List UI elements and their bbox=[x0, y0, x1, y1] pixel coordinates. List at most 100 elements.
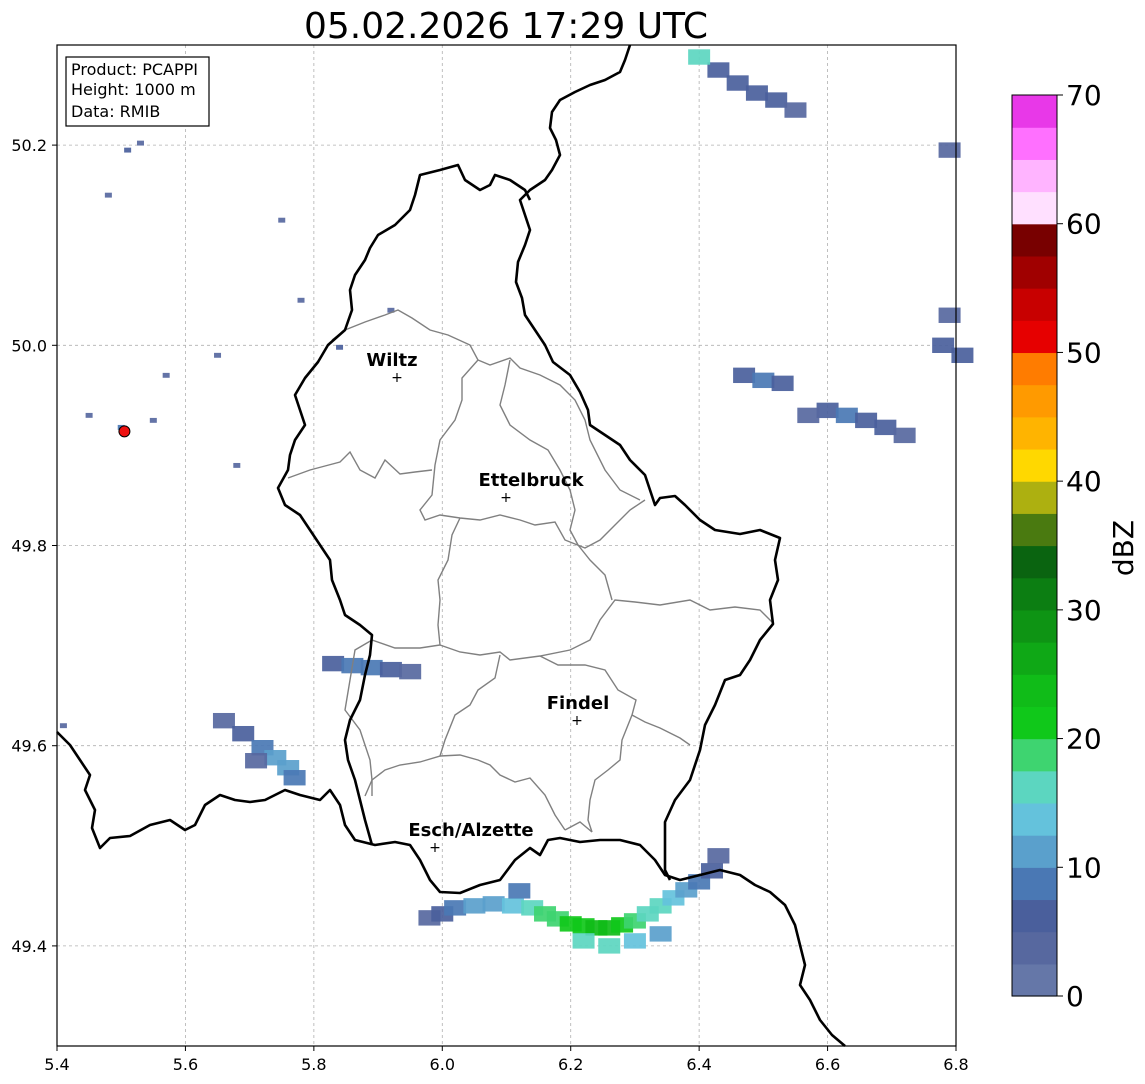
colorbar-block bbox=[1012, 95, 1057, 128]
x-tick-label: 6.4 bbox=[686, 1055, 711, 1074]
radar-echo-east-cluster bbox=[797, 407, 820, 424]
colorbar-tick-label: 70 bbox=[1066, 79, 1102, 112]
colorbar-block bbox=[1012, 320, 1057, 354]
colorbar-tick-label: 10 bbox=[1066, 851, 1102, 884]
info-height: Height: 1000 m bbox=[71, 80, 196, 99]
colorbar-block bbox=[1012, 867, 1057, 901]
info-data: Data: RMIB bbox=[71, 102, 160, 121]
radar-echo-east-cluster bbox=[893, 427, 916, 444]
radar-map-figure: 05.02.2026 17:29 UTC Wiltz + Ettelbruck … bbox=[11, 6, 1140, 1074]
colorbar-tick-label: 40 bbox=[1066, 465, 1102, 498]
x-tick-label: 6.2 bbox=[558, 1055, 583, 1074]
city-name: Ettelbruck bbox=[478, 470, 584, 491]
colorbar-block bbox=[1012, 191, 1057, 225]
radar-echo-south-west-patch bbox=[245, 753, 268, 769]
radar-echo-east-cluster bbox=[733, 367, 756, 384]
radar-echo-west-speckles bbox=[136, 140, 144, 146]
x-tick-label: 5.4 bbox=[44, 1055, 69, 1074]
colorbar-tick-label: 30 bbox=[1066, 594, 1102, 627]
radar-echo-east-cluster bbox=[951, 347, 974, 364]
map-title: 05.02.2026 17:29 UTC bbox=[304, 6, 708, 47]
colorbar-block bbox=[1012, 770, 1057, 804]
radar-site-marker bbox=[118, 425, 131, 438]
radar-echo-east-cluster bbox=[855, 412, 878, 429]
radar-echo-south-west-patch bbox=[283, 770, 306, 786]
product-info-box: Product: PCAPPI Height: 1000 m Data: RMI… bbox=[65, 56, 210, 127]
radar-echo-south-border-band bbox=[572, 933, 595, 949]
city-marker: + bbox=[571, 713, 583, 729]
radar-echo-north-cluster bbox=[938, 142, 961, 158]
colorbar-block bbox=[1012, 642, 1057, 675]
radar-echo-north-cluster bbox=[745, 85, 768, 101]
radar-echo-south-west-patch bbox=[212, 712, 235, 729]
info-product: Product: PCAPPI bbox=[71, 60, 198, 79]
radar-echo-west-speckles bbox=[297, 297, 305, 303]
radar-echo-north-cluster bbox=[707, 62, 730, 78]
colorbar-block bbox=[1012, 835, 1057, 868]
radar-echo-north-cluster bbox=[726, 75, 749, 91]
colorbar-block bbox=[1012, 352, 1057, 386]
colorbar-block bbox=[1012, 159, 1057, 193]
x-axis: 5.4 5.6 5.8 6.0 6.2 6.4 6.6 6.8 bbox=[44, 1046, 969, 1074]
colorbar-block bbox=[1012, 384, 1057, 418]
radar-echo-south-border-band bbox=[598, 938, 621, 954]
radar-echo-west-speckles bbox=[233, 462, 241, 468]
radar-echo-south-west-patch bbox=[232, 725, 255, 742]
radar-echo-east-cluster bbox=[835, 407, 858, 424]
radar-echo-north-cluster bbox=[784, 102, 807, 118]
colorbar-block bbox=[1012, 899, 1057, 933]
radar-echo-west-speckles bbox=[59, 723, 67, 729]
radar-echo-east-cluster bbox=[816, 402, 839, 419]
map-panel: Wiltz + Ettelbruck + Findel + Esch/Alzet… bbox=[56, 44, 974, 1047]
colorbar-tick-label: 20 bbox=[1066, 723, 1102, 756]
colorbar: 0 10 20 30 40 50 60 70 dBZ bbox=[1011, 79, 1140, 1013]
colorbar-block bbox=[1012, 255, 1057, 289]
city-name: Esch/Alzette bbox=[408, 820, 533, 841]
radar-echo-west-speckles bbox=[162, 372, 170, 378]
colorbar-block bbox=[1012, 609, 1057, 643]
radar-echo-south-border-band bbox=[707, 848, 730, 864]
radar-echo-west-speckles bbox=[278, 217, 286, 223]
radar-echo-west-speckles bbox=[85, 412, 93, 418]
radar-echo-north-cluster bbox=[765, 92, 788, 108]
colorbar-block bbox=[1012, 963, 1057, 997]
y-tick-label: 49.4 bbox=[11, 937, 47, 956]
colorbar-block bbox=[1012, 513, 1057, 547]
colorbar-label: dBZ bbox=[1107, 520, 1140, 576]
city-name: Wiltz bbox=[366, 350, 417, 371]
city-name: Findel bbox=[547, 693, 610, 714]
colorbar-blocks bbox=[1012, 95, 1057, 997]
radar-echo-west-speckles bbox=[104, 192, 112, 198]
y-tick-label: 49.8 bbox=[11, 537, 47, 556]
colorbar-block bbox=[1012, 931, 1057, 965]
x-tick-label: 5.6 bbox=[173, 1055, 198, 1074]
radar-echo-south-border-band bbox=[623, 933, 646, 949]
colorbar-block bbox=[1012, 416, 1057, 450]
y-axis: 49.4 49.6 49.8 50.0 50.2 bbox=[11, 136, 57, 956]
radar-echo-south-border-band bbox=[482, 896, 505, 912]
x-tick-label: 5.8 bbox=[301, 1055, 326, 1074]
city-marker: + bbox=[391, 370, 403, 386]
colorbar-block bbox=[1012, 448, 1057, 482]
radar-echo-south-border-band bbox=[649, 926, 672, 942]
radar-echo-east-cluster bbox=[752, 372, 775, 389]
radar-echo-east-cluster bbox=[932, 337, 955, 353]
colorbar-tick-label: 0 bbox=[1066, 980, 1084, 1013]
colorbar-block bbox=[1012, 223, 1057, 257]
x-tick-label: 6.6 bbox=[815, 1055, 840, 1074]
radar-echo-west-central-band bbox=[379, 661, 402, 678]
radar-echo-south-border-band bbox=[508, 883, 531, 899]
radar-echo-west-central-band bbox=[360, 659, 383, 676]
radar-echo-south-border-band bbox=[444, 900, 467, 916]
radar-echo-west-central-band bbox=[322, 655, 345, 672]
colorbar-block bbox=[1012, 127, 1057, 160]
colorbar-block bbox=[1012, 706, 1057, 740]
colorbar-tick-label: 60 bbox=[1066, 208, 1102, 241]
colorbar-block bbox=[1012, 674, 1057, 707]
radar-echo-east-cluster bbox=[938, 307, 961, 323]
colorbar-block bbox=[1012, 577, 1057, 611]
colorbar-block bbox=[1012, 545, 1057, 579]
radar-echo-west-speckles bbox=[336, 344, 344, 350]
radar-echo-east-cluster bbox=[771, 375, 794, 392]
city-marker: + bbox=[429, 840, 441, 856]
